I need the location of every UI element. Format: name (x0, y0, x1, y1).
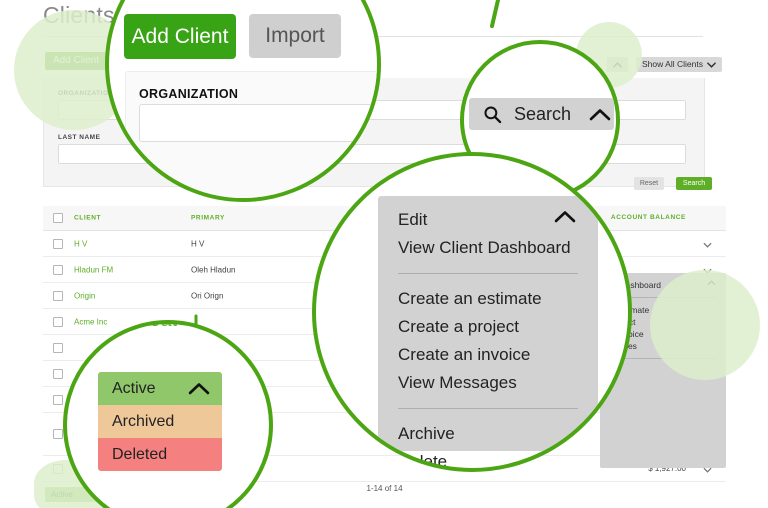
search-toggle-label-zoom: Search (514, 103, 572, 124)
row-checkbox[interactable] (53, 368, 63, 379)
highlight-blob-row-menu (650, 270, 760, 380)
magnifier-icon (484, 105, 502, 123)
row-action-menu-zoom[interactable]: Edit View Client Dashboard Create an est… (378, 196, 598, 468)
chevron-down-icon (707, 61, 716, 68)
screenshot-root: Clients Add Client Show All Clients ORGA… (0, 0, 768, 508)
row-checkbox[interactable] (53, 238, 63, 249)
col-primary: PRIMARY (191, 214, 225, 222)
status-option-deleted[interactable]: Deleted (98, 438, 222, 471)
status-option-label: Deleted (112, 445, 168, 463)
add-client-button-zoom[interactable]: Add Client (124, 14, 236, 59)
zoom-bubble-status-select: Great Gat Active Archived Deleted (63, 320, 273, 508)
chevron-up-icon[interactable] (188, 382, 210, 395)
zoom-bubble-row-menu-content: Edit View Client Dashboard Create an est… (316, 156, 628, 468)
show-all-clients-dropdown[interactable]: Show All Clients (636, 57, 722, 72)
menu-divider (398, 273, 578, 274)
organization-input-zoom[interactable] (139, 104, 376, 142)
cell-client: Hladun FM (74, 265, 114, 274)
menu-item-archive[interactable]: Archive (378, 420, 598, 448)
select-all-checkbox[interactable] (53, 213, 63, 223)
menu-item-create-a-project[interactable]: Create a project (378, 313, 598, 341)
menu-divider (398, 408, 578, 409)
zoom-bubble-row-menu: Edit View Client Dashboard Create an est… (312, 152, 632, 472)
cell-client: H V (74, 239, 88, 248)
zoom-bubble-status-select-content: Great Gat Active Archived Deleted (67, 324, 269, 508)
search-toggle-button-zoom[interactable]: Search (469, 98, 614, 130)
import-button-zoom[interactable]: Import (249, 14, 341, 58)
cell-primary: Ori Orign (191, 291, 224, 300)
chevron-up-icon (589, 108, 611, 120)
cell-primary: Oleh Hladun (191, 265, 236, 274)
col-client: CLIENT (74, 214, 102, 222)
row-checkbox[interactable] (53, 342, 63, 353)
show-all-clients-label: Show All Clients (642, 59, 703, 69)
cell-primary: H V (191, 239, 205, 248)
row-checkbox[interactable] (53, 290, 63, 301)
cell-client: Origin (74, 291, 96, 300)
status-option-label: Active (112, 379, 156, 397)
menu-item-view-client-dashboard[interactable]: View Client Dashboard (378, 234, 598, 262)
menu-item-view-messages[interactable]: View Messages (378, 369, 598, 397)
reset-button[interactable]: Reset (634, 177, 664, 190)
chevron-up-icon[interactable] (554, 210, 576, 228)
menu-item-create-an-invoice[interactable]: Create an invoice (378, 341, 598, 369)
row-checkbox[interactable] (53, 264, 63, 275)
chevron-down-icon (703, 242, 712, 248)
row-checkbox[interactable] (53, 316, 63, 327)
search-submit-button[interactable]: Search (676, 177, 712, 190)
row-menu-caret[interactable] (703, 235, 712, 253)
row-checkbox[interactable] (53, 394, 63, 405)
status-option-active[interactable]: Active (98, 372, 222, 405)
status-select-open-zoom[interactable]: Active Archived Deleted (98, 372, 222, 471)
organization-label-zoom: ORGANIZATION (139, 87, 239, 101)
row-checkbox[interactable] (53, 429, 63, 439)
status-option-label: Archived (112, 412, 175, 430)
menu-item-create-an-estimate[interactable]: Create an estimate (378, 285, 598, 313)
status-option-archived[interactable]: Archived (98, 405, 222, 438)
